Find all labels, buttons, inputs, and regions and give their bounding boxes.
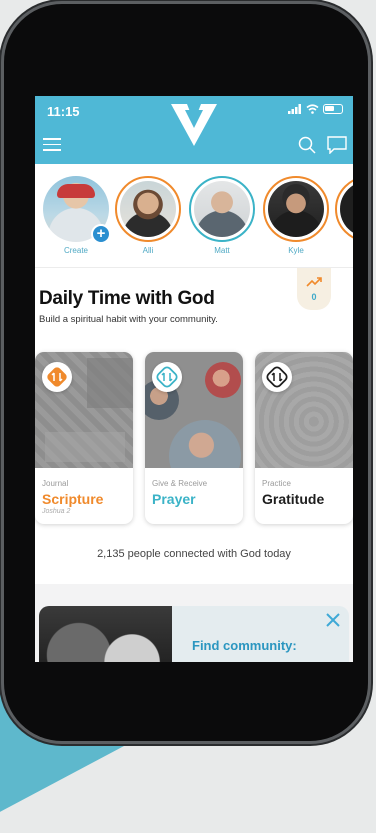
community-photo [39,606,172,662]
status-indicators [288,104,343,114]
streak-count: 0 [311,292,317,302]
app-screen: 11:15 + Create Alli Matt Kyle 0 Daily Ti… [35,96,353,662]
refresh-icon [266,366,288,388]
community-title: Find community: [192,638,297,653]
card-badge [42,362,72,392]
refresh-icon [156,366,178,388]
card-badge [262,362,292,392]
create-avatar-wrapper: + [43,176,111,244]
connected-count-text: 2,135 people connected with God today [97,548,291,560]
add-story-button[interactable]: + [91,224,111,244]
card-kicker: Practice [262,479,291,488]
chat-icon[interactable] [327,136,347,154]
streak-badge[interactable]: 0 [297,268,331,310]
card-title: Prayer [152,491,196,507]
search-icon[interactable] [298,136,316,154]
app-header: 11:15 [35,96,353,164]
card-reference: Joshua 2 [42,508,71,515]
app-logo [171,104,217,146]
trend-up-icon [306,277,322,287]
card-kicker: Journal [42,479,69,488]
phone-frame: 11:15 + Create Alli Matt Kyle 0 Daily Ti… [4,4,368,741]
card-gratitude[interactable]: Practice Gratitude [255,352,353,524]
card-title: Gratitude [262,491,325,507]
refresh-icon [47,367,67,387]
story-partial[interactable] [335,176,353,242]
avatar-ring [115,176,181,242]
card-scripture[interactable]: Journal Scripture Joshua 2 [35,352,133,524]
status-time: 11:15 [47,104,80,119]
story-create[interactable]: + Create [43,176,111,255]
menu-icon[interactable] [43,138,61,152]
story-matt[interactable]: Matt [189,176,255,255]
avatar [194,181,250,237]
avatar [120,181,176,237]
stories-row: + Create Alli Matt Kyle [35,164,353,268]
community-banner[interactable]: Find community: [39,606,349,662]
avatar [340,181,353,237]
wifi-icon [306,104,319,114]
battery-icon [323,104,343,114]
story-label: Alli [142,246,154,255]
story-label: Kyle [288,246,304,255]
story-kyle[interactable]: Kyle [263,176,329,255]
avatar [268,181,324,237]
avatar-ring [263,176,329,242]
story-label: Create [63,246,88,255]
section-subtitle: Build a spiritual habit with your commun… [39,314,218,325]
card-prayer[interactable]: Give & Receive Prayer [145,352,243,524]
card-title: Scripture [42,491,104,507]
avatar-ring [189,176,255,242]
card-badge [152,362,182,392]
card-kicker: Give & Receive [152,479,208,488]
story-alli[interactable]: Alli [115,176,181,255]
daily-section: 0 Daily Time with God Build a spiritual … [35,268,353,584]
signal-icon [288,104,301,114]
avatar-ring [335,176,353,242]
section-title: Daily Time with God [39,288,215,309]
story-label: Matt [214,246,230,255]
close-icon[interactable] [325,612,341,628]
